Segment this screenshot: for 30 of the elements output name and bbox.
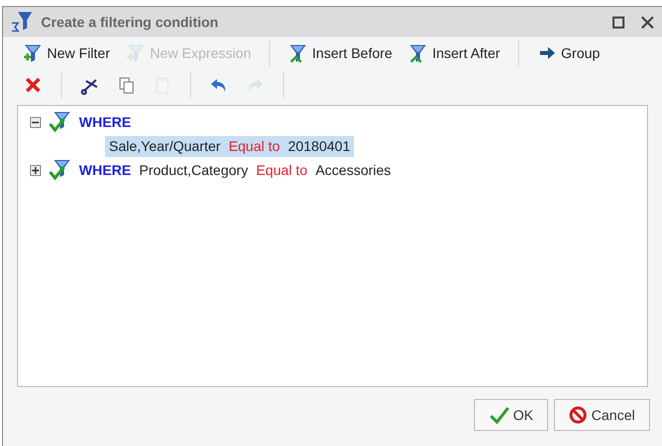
funnel-check-icon (49, 111, 71, 133)
operator: Equal to (228, 136, 280, 156)
toolbar-button[interactable]: Insert Before (282, 39, 398, 67)
close-icon (23, 75, 43, 95)
funnel-sigma-icon (11, 11, 33, 33)
cancel-button[interactable]: Cancel (554, 399, 650, 431)
condition-row[interactable]: Sale,Year/Quarter Equal to 20180401 (105, 136, 354, 156)
window-title: Create a filtering condition (41, 12, 220, 32)
ok-button[interactable]: OK (474, 399, 548, 431)
condition-value: Accessories (315, 160, 391, 180)
collapse-icon[interactable] (30, 116, 41, 128)
field-name: Product,Category (139, 160, 248, 180)
funnel-check-icon (49, 159, 71, 181)
toolbar-button[interactable]: New Filter (17, 39, 116, 67)
funnel-arrow-icon (408, 43, 428, 63)
funnel-plus-icon (126, 43, 146, 63)
maximize-icon[interactable] (612, 16, 625, 28)
where-keyword[interactable]: WHERE (79, 160, 132, 180)
field-name: Sale,Year/Quarter (109, 136, 221, 156)
funnel-plus-icon (23, 43, 43, 63)
toolbar-button[interactable]: Insert After (402, 39, 506, 67)
toolbar-button[interactable]: Group (531, 39, 606, 67)
close-icon[interactable] (641, 16, 654, 28)
condition-value: 20180401 (288, 136, 350, 156)
prohibited-icon (569, 406, 588, 424)
expand-icon[interactable] (30, 164, 41, 176)
checkmark-icon (489, 406, 510, 424)
operator: Equal to (256, 160, 308, 180)
where-keyword[interactable]: WHERE (79, 112, 132, 132)
funnel-arrow-icon (288, 43, 308, 63)
